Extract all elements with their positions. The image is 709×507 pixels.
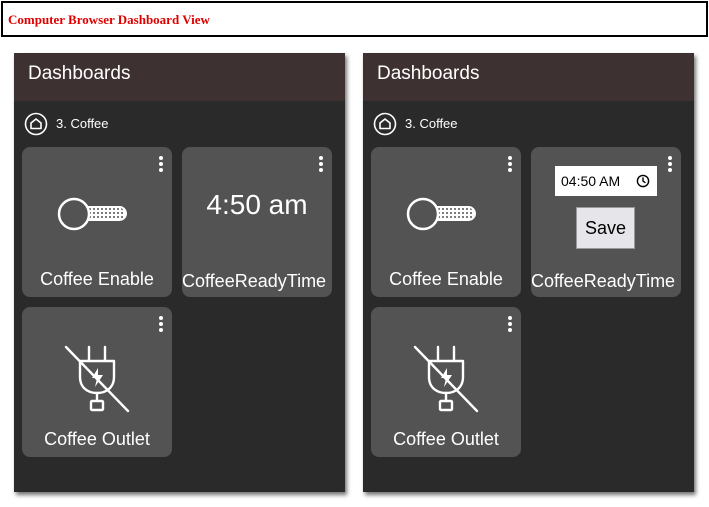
tile-coffee-ready-time[interactable]: 4:50 am CoffeeReadyTime [182,147,332,297]
page-title: Computer Browser Dashboard View [8,12,210,27]
time-input[interactable]: 04:50 AM [555,166,657,196]
tile-coffee-ready-time[interactable]: 04:50 AM Save CoffeeReadyTime [531,147,681,297]
more-options-icon[interactable] [665,156,675,174]
more-options-icon[interactable] [505,316,515,334]
key-switch-icon [57,197,127,231]
home-circle-icon[interactable] [373,112,397,136]
tile-label: CoffeeReadyTime [531,271,676,291]
breadcrumb-label[interactable]: 3. Coffee [405,116,458,131]
header-title: Dashboards [377,63,480,84]
panel-header: Dashboards [363,53,694,101]
more-options-icon[interactable] [316,156,326,174]
title-bar: Computer Browser Dashboard View [1,1,708,37]
outlet-off-icon [64,345,130,413]
tile-label: Coffee Outlet [44,429,150,449]
time-value: 4:50 am [206,189,308,220]
more-options-icon[interactable] [505,156,515,174]
breadcrumb-label[interactable]: 3. Coffee [56,116,109,131]
save-button[interactable]: Save [576,207,635,249]
tile-label: Coffee Outlet [393,429,499,449]
outlet-off-icon [413,345,479,413]
more-options-icon[interactable] [156,316,166,334]
more-options-icon[interactable] [156,156,166,174]
tile-coffee-enable[interactable]: Coffee Enable [22,147,172,297]
time-input-value[interactable]: 04:50 AM [561,173,620,189]
tile-coffee-enable[interactable]: Coffee Enable [371,147,521,297]
tile-label: Coffee Enable [389,269,503,289]
home-circle-icon[interactable] [24,112,48,136]
panel-header: Dashboards [14,53,345,101]
tile-coffee-outlet[interactable]: Coffee Outlet [371,307,521,457]
tile-coffee-outlet[interactable]: Coffee Outlet [22,307,172,457]
dashboard-panel-left: Dashboards 3. Coffee Coffee Enable 4:50 … [14,53,345,492]
tile-label: Coffee Enable [40,269,154,289]
tile-label: CoffeeReadyTime [182,271,327,291]
header-title: Dashboards [28,63,131,84]
clock-icon[interactable] [636,174,650,188]
dashboard-panel-right: Dashboards 3. Coffee Coffee Enable 04:50… [363,53,694,492]
key-switch-icon [406,197,476,231]
